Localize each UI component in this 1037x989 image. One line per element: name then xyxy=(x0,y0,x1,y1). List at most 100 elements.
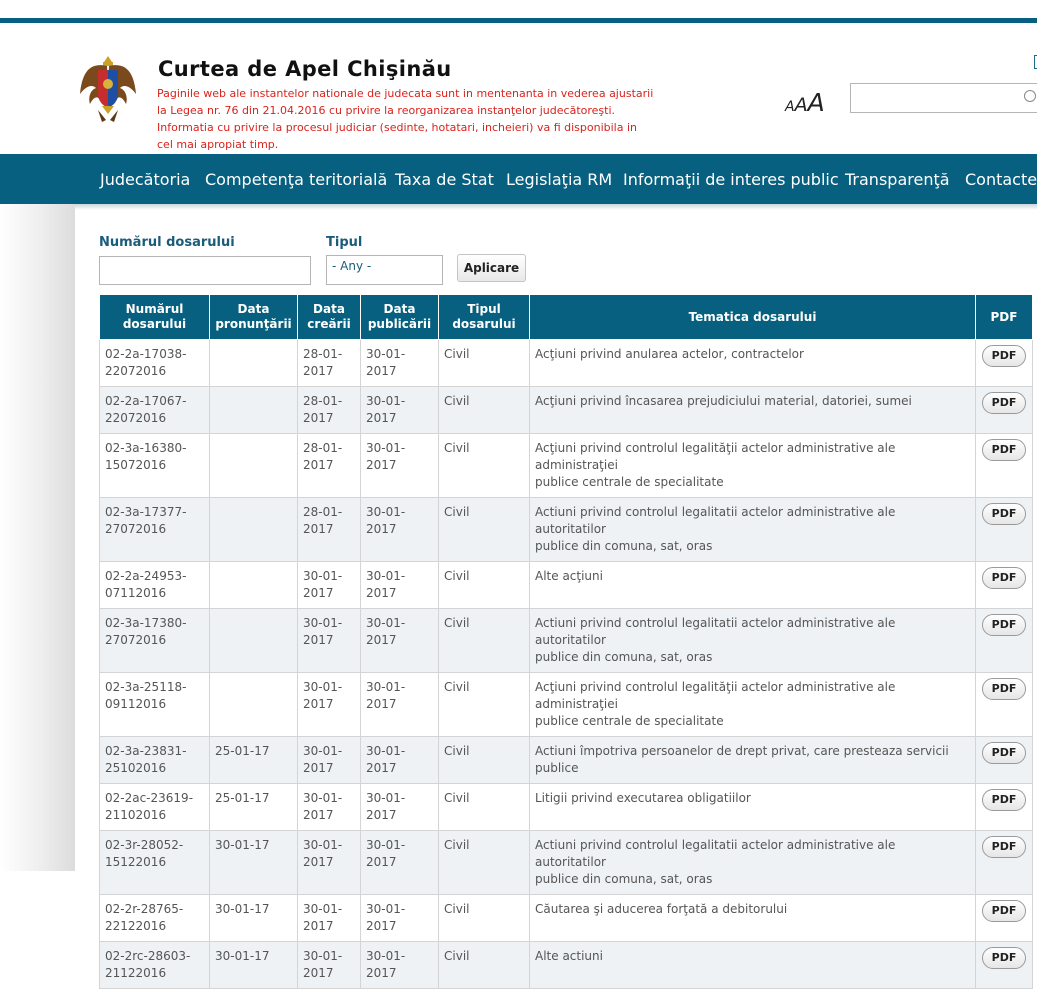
header-case-number[interactable]: Numărul dosarului xyxy=(99,294,210,340)
pdf-button[interactable]: PDF xyxy=(982,678,1026,700)
pdf-cell: PDF xyxy=(975,783,1033,831)
pdf-button[interactable]: PDF xyxy=(982,503,1026,525)
published-date-cell: 30-01-2017 xyxy=(360,830,439,895)
pdf-cell: PDF xyxy=(975,497,1033,562)
pronounce-date-cell xyxy=(209,497,298,562)
nav-item-transparenta[interactable]: Transparenţă xyxy=(845,170,950,189)
created-date-cell: 30-01- 2017 xyxy=(297,830,361,895)
table-row: 02-3a-23831- 25102016 25-01-17 30-01- 2017 30… xyxy=(99,736,1033,784)
created-date-cell: 30-01- 2017 xyxy=(297,783,361,831)
case-number-input[interactable] xyxy=(99,256,311,285)
pdf-button[interactable]: PDF xyxy=(982,789,1026,811)
pronounce-date-cell: 25-01-17 xyxy=(209,736,298,784)
case-type-cell: Civil xyxy=(438,561,530,609)
created-date-cell: 28-01- 2017 xyxy=(297,497,361,562)
case-number-cell: 02-3a-17377- 27072016 xyxy=(99,497,210,562)
apply-button[interactable]: Aplicare xyxy=(457,254,526,282)
case-type-cell: Civil xyxy=(438,339,530,387)
pdf-cell: PDF xyxy=(975,672,1033,737)
case-number-cell: 02-2rc-28603- 21122016 xyxy=(99,941,210,989)
case-topic-cell: Acţiuni privind controlul legalităţii ac… xyxy=(529,433,976,498)
header-pdf: PDF xyxy=(975,294,1033,340)
table-row: 02-2r-28765- 22122016 30-01-17 30-01- 2017 30… xyxy=(99,894,1033,942)
type-label: Tipul xyxy=(326,235,363,250)
pdf-cell: PDF xyxy=(975,433,1033,498)
case-topic-cell: Alte actiuni xyxy=(529,941,976,989)
nav-item-legislatia[interactable]: Legislaţia RM xyxy=(506,170,612,189)
pdf-button[interactable]: PDF xyxy=(982,392,1026,414)
pdf-button[interactable]: PDF xyxy=(982,742,1026,764)
case-topic-cell: Acţiuni privind controlul legalităţii ac… xyxy=(529,672,976,737)
pronounce-date-cell xyxy=(209,561,298,609)
font-size-medium-button[interactable]: A xyxy=(795,94,808,116)
cases-table: Numărul dosarului Data pronunţării Data cre… xyxy=(99,294,1033,989)
case-topic-cell: Actiuni împotriva persoanelor de drept p… xyxy=(529,736,976,784)
created-date-cell: 28-01- 2017 xyxy=(297,339,361,387)
published-date-cell: 30-01-2017 xyxy=(360,941,439,989)
case-topic-cell: Actiuni privind controlul legalitatii ac… xyxy=(529,608,976,673)
case-topic-cell: Acţiuni privind anularea actelor, contra… xyxy=(529,339,976,387)
pdf-cell: PDF xyxy=(975,608,1033,673)
case-topic-cell: Actiuni privind controlul legalitatii ac… xyxy=(529,497,976,562)
table-row: 02-3r-28052- 15122016 30-01-17 30-01- 2017 30… xyxy=(99,830,1033,895)
table-row: 02-2a-17067- 22072016 28-01- 2017 30-01-2017… xyxy=(99,386,1033,434)
nav-item-informatii[interactable]: Informaţii de interes public xyxy=(623,170,839,189)
header-created-date[interactable]: Data creării xyxy=(297,294,361,340)
pronounce-date-cell xyxy=(209,433,298,498)
pronounce-date-cell: 30-01-17 xyxy=(209,894,298,942)
pdf-cell: PDF xyxy=(975,386,1033,434)
main-navigation: Judecătoria Competenţa teritorială Taxa … xyxy=(0,154,1037,204)
type-select[interactable]: - Any - xyxy=(326,255,443,285)
pdf-button[interactable]: PDF xyxy=(982,567,1026,589)
created-date-cell: 30-01- 2017 xyxy=(297,894,361,942)
pdf-button[interactable]: PDF xyxy=(982,439,1026,461)
table-row: 02-3a-17377- 27072016 28-01- 2017 30-01-2017… xyxy=(99,497,1033,562)
search-icon[interactable] xyxy=(1024,90,1036,102)
case-type-cell: Civil xyxy=(438,783,530,831)
case-topic-cell: Acţiuni privind încasarea prejudiciului … xyxy=(529,386,976,434)
case-number-cell: 02-2a-17067- 22072016 xyxy=(99,386,210,434)
published-date-cell: 30-01-2017 xyxy=(360,386,439,434)
coat-of-arms-logo xyxy=(80,56,136,122)
case-type-cell: Civil xyxy=(438,894,530,942)
pdf-button[interactable]: PDF xyxy=(982,836,1026,858)
notice-line: Paginile web ale instantelor nationale d… xyxy=(157,87,654,100)
nav-item-judecatoria[interactable]: Judecătoria xyxy=(100,170,190,189)
header-case-type[interactable]: Tipul dosarului xyxy=(438,294,530,340)
created-date-cell: 30-01- 2017 xyxy=(297,608,361,673)
case-number-cell: 02-2r-28765- 22122016 xyxy=(99,894,210,942)
site-title[interactable]: Curtea de Apel Chişinău xyxy=(158,57,452,81)
header-pronounce-date[interactable]: Data pronunţării xyxy=(209,294,298,340)
font-size-small-button[interactable]: A xyxy=(785,99,795,115)
created-date-cell: 28-01- 2017 xyxy=(297,433,361,498)
pdf-button[interactable]: PDF xyxy=(982,345,1026,367)
case-type-cell: Civil xyxy=(438,736,530,784)
case-number-cell: 02-3a-16380- 15072016 xyxy=(99,433,210,498)
case-number-cell: 02-2ac-23619- 21102016 xyxy=(99,783,210,831)
published-date-cell: 30-01-2017 xyxy=(360,339,439,387)
header-published-date[interactable]: Data publicării xyxy=(360,294,439,340)
case-type-cell: Civil xyxy=(438,672,530,737)
published-date-cell: 30-01-2017 xyxy=(360,433,439,498)
nav-item-contacte[interactable]: Contacte xyxy=(965,170,1037,189)
case-topic-cell: Litigii privind executarea obligatiilor xyxy=(529,783,976,831)
nav-item-taxa-de-stat[interactable]: Taxa de Stat xyxy=(395,170,494,189)
case-number-cell: 02-3a-17380- 27072016 xyxy=(99,608,210,673)
notice-line: cel mai apropiat timp. xyxy=(157,138,279,151)
font-size-large-button[interactable]: A xyxy=(808,88,825,117)
pdf-button[interactable]: PDF xyxy=(982,947,1026,969)
nav-item-competenta[interactable]: Competenţa teritorială xyxy=(205,170,387,189)
header-case-topic[interactable]: Tematica dosarului xyxy=(529,294,976,340)
search-input[interactable] xyxy=(850,83,1037,113)
created-date-cell: 30-01- 2017 xyxy=(297,941,361,989)
published-date-cell: 30-01-2017 xyxy=(360,497,439,562)
created-date-cell: 30-01- 2017 xyxy=(297,672,361,737)
font-size-control: AAA xyxy=(785,88,825,117)
pdf-button[interactable]: PDF xyxy=(982,614,1026,636)
pronounce-date-cell xyxy=(209,386,298,434)
left-gutter xyxy=(0,204,75,871)
case-topic-cell: Actiuni privind controlul legalitatii ac… xyxy=(529,830,976,895)
pdf-button[interactable]: PDF xyxy=(982,900,1026,922)
table-row: 02-2a-17038- 22072016 28-01- 2017 30-01-2017… xyxy=(99,339,1033,387)
table-row: 02-3a-16380- 15072016 28-01- 2017 30-01-2017… xyxy=(99,433,1033,498)
